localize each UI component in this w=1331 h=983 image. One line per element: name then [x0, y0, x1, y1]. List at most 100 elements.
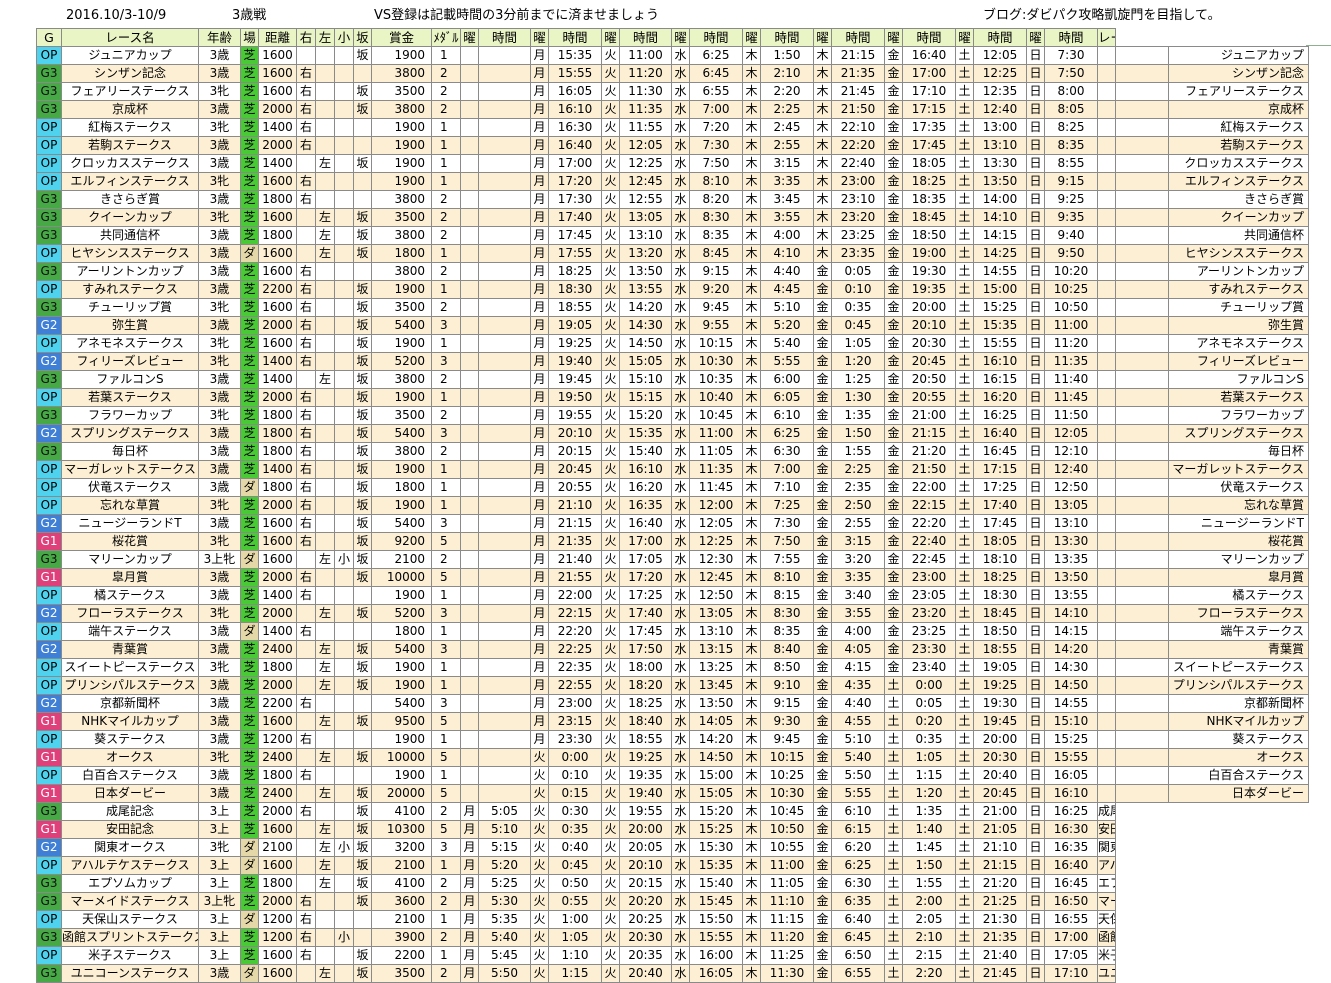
time-cell: 10:45 [689, 406, 743, 425]
weekday-cell: 木 [813, 46, 832, 65]
age-cell: 3上 [198, 802, 241, 821]
weekday-cell: 木 [742, 946, 761, 965]
slope-cell: 坂 [353, 856, 372, 875]
grade-cell: G3 [36, 226, 62, 245]
weekday-cell: 日 [1026, 514, 1045, 533]
header-cell: 時間 [902, 28, 956, 47]
slope-cell: 坂 [353, 82, 372, 101]
surface-cell: 芝 [240, 298, 259, 317]
weekday-cell: 土 [955, 712, 974, 731]
race-name: 橘ステークス [61, 586, 199, 605]
time-cell: 19:55 [619, 802, 672, 821]
weekday-cell: 火 [530, 802, 549, 821]
left-turn-cell [315, 262, 335, 281]
time-cell: 11:30 [619, 82, 672, 101]
left-turn-cell [315, 172, 335, 191]
vs-notice: VS登録は記載時間の3分前までに済ませましょう [374, 8, 660, 23]
time-cell: 1:50 [831, 424, 885, 443]
weekday-cell: 金 [813, 892, 832, 911]
time-cell: 13:10 [689, 622, 743, 641]
surface-cell: 芝 [240, 586, 259, 605]
weekday-cell: 日 [1026, 442, 1045, 461]
prize-cell: 5400 [371, 316, 432, 335]
grade-cell: G2 [36, 640, 62, 659]
time-cell: 18:50 [902, 226, 956, 245]
header-cell: 曜 [955, 28, 974, 47]
weekday-cell: 火 [601, 676, 620, 695]
age-cell: 3牝 [198, 118, 241, 137]
race-name: マリーンカップ [61, 550, 199, 569]
weekday-cell: 金 [813, 496, 832, 515]
right-turn-cell: 右 [296, 568, 316, 587]
time-cell: 18:50 [973, 622, 1027, 641]
weekday-cell: 火 [601, 622, 620, 641]
weekday-cell: 土 [955, 298, 974, 317]
slope-cell: 坂 [353, 496, 372, 515]
weekday-cell: 土 [884, 892, 903, 911]
right-turn-cell: 右 [296, 388, 316, 407]
distance-cell: 2000 [258, 316, 297, 335]
header-cell: 曜 [742, 28, 761, 47]
small-track-cell [334, 298, 354, 317]
header-cell: 曜 [460, 28, 479, 47]
surface-cell: 芝 [240, 316, 259, 335]
time-cell: 15:55 [973, 334, 1027, 353]
time-cell [478, 154, 531, 173]
slope-cell: 坂 [353, 604, 372, 623]
time-cell: 5:20 [760, 316, 814, 335]
distance-cell: 1600 [258, 244, 297, 263]
left-turn-cell: 左 [315, 856, 335, 875]
weekday-cell: 月 [530, 604, 549, 623]
weekday-cell: 水 [671, 730, 690, 749]
weekday-cell [1097, 136, 1116, 155]
weekday-cell: 月 [530, 586, 549, 605]
race-name: エルフィンステークス [61, 172, 199, 191]
slope-cell: 坂 [353, 568, 372, 587]
header-cell: 時間 [760, 28, 814, 47]
weekday-cell: 日 [1026, 388, 1045, 407]
grade-cell: G3 [36, 262, 62, 281]
time-cell: 20:20 [619, 892, 672, 911]
prize-cell: 1900 [371, 118, 432, 137]
weekday-cell: 月 [530, 388, 549, 407]
weekday-cell: 火 [601, 874, 620, 893]
age-cell: 3歳 [198, 568, 241, 587]
weekday-cell [1097, 622, 1116, 641]
grade-cell: OP [36, 118, 62, 137]
race-name-right: 忘れな草賞 [1168, 496, 1309, 515]
surface-cell: 芝 [240, 928, 259, 947]
surface-cell: ダ [240, 622, 259, 641]
weekday-cell: 日 [1026, 874, 1045, 893]
weekday-cell [1097, 658, 1116, 677]
time-cell [478, 694, 531, 713]
header-cell: 曜 [530, 28, 549, 47]
time-cell: 3:45 [760, 190, 814, 209]
slope-cell: 坂 [353, 388, 372, 407]
time-cell: 5:45 [478, 946, 531, 965]
time-cell: 1:50 [902, 856, 956, 875]
weekday-cell: 土 [955, 190, 974, 209]
weekday-cell: 水 [671, 262, 690, 281]
weekday-cell: 水 [671, 388, 690, 407]
time-cell: 12:35 [973, 82, 1027, 101]
weekday-cell: 火 [601, 100, 620, 119]
weekday-cell: 日 [1026, 370, 1045, 389]
race-name: 紅梅ステークス [61, 118, 199, 137]
surface-cell: 芝 [240, 226, 259, 245]
weekday-cell: 土 [884, 730, 903, 749]
weekday-cell: 火 [601, 856, 620, 875]
race-name: フローラステークス [61, 604, 199, 623]
weekday-cell: 金 [884, 64, 903, 83]
time-cell: 12:05 [689, 514, 743, 533]
slope-cell: 坂 [353, 424, 372, 443]
weekday-cell: 土 [884, 910, 903, 929]
age-cell: 3歳 [198, 388, 241, 407]
surface-cell: ダ [240, 244, 259, 263]
time-cell: 10:55 [760, 838, 814, 857]
weekday-cell: 月 [460, 964, 479, 983]
header-cell: 曜 [601, 28, 620, 47]
distance-cell: 1400 [258, 154, 297, 173]
time-cell: 8:45 [689, 244, 743, 263]
time-cell: 22:15 [902, 496, 956, 515]
time-cell [478, 82, 531, 101]
